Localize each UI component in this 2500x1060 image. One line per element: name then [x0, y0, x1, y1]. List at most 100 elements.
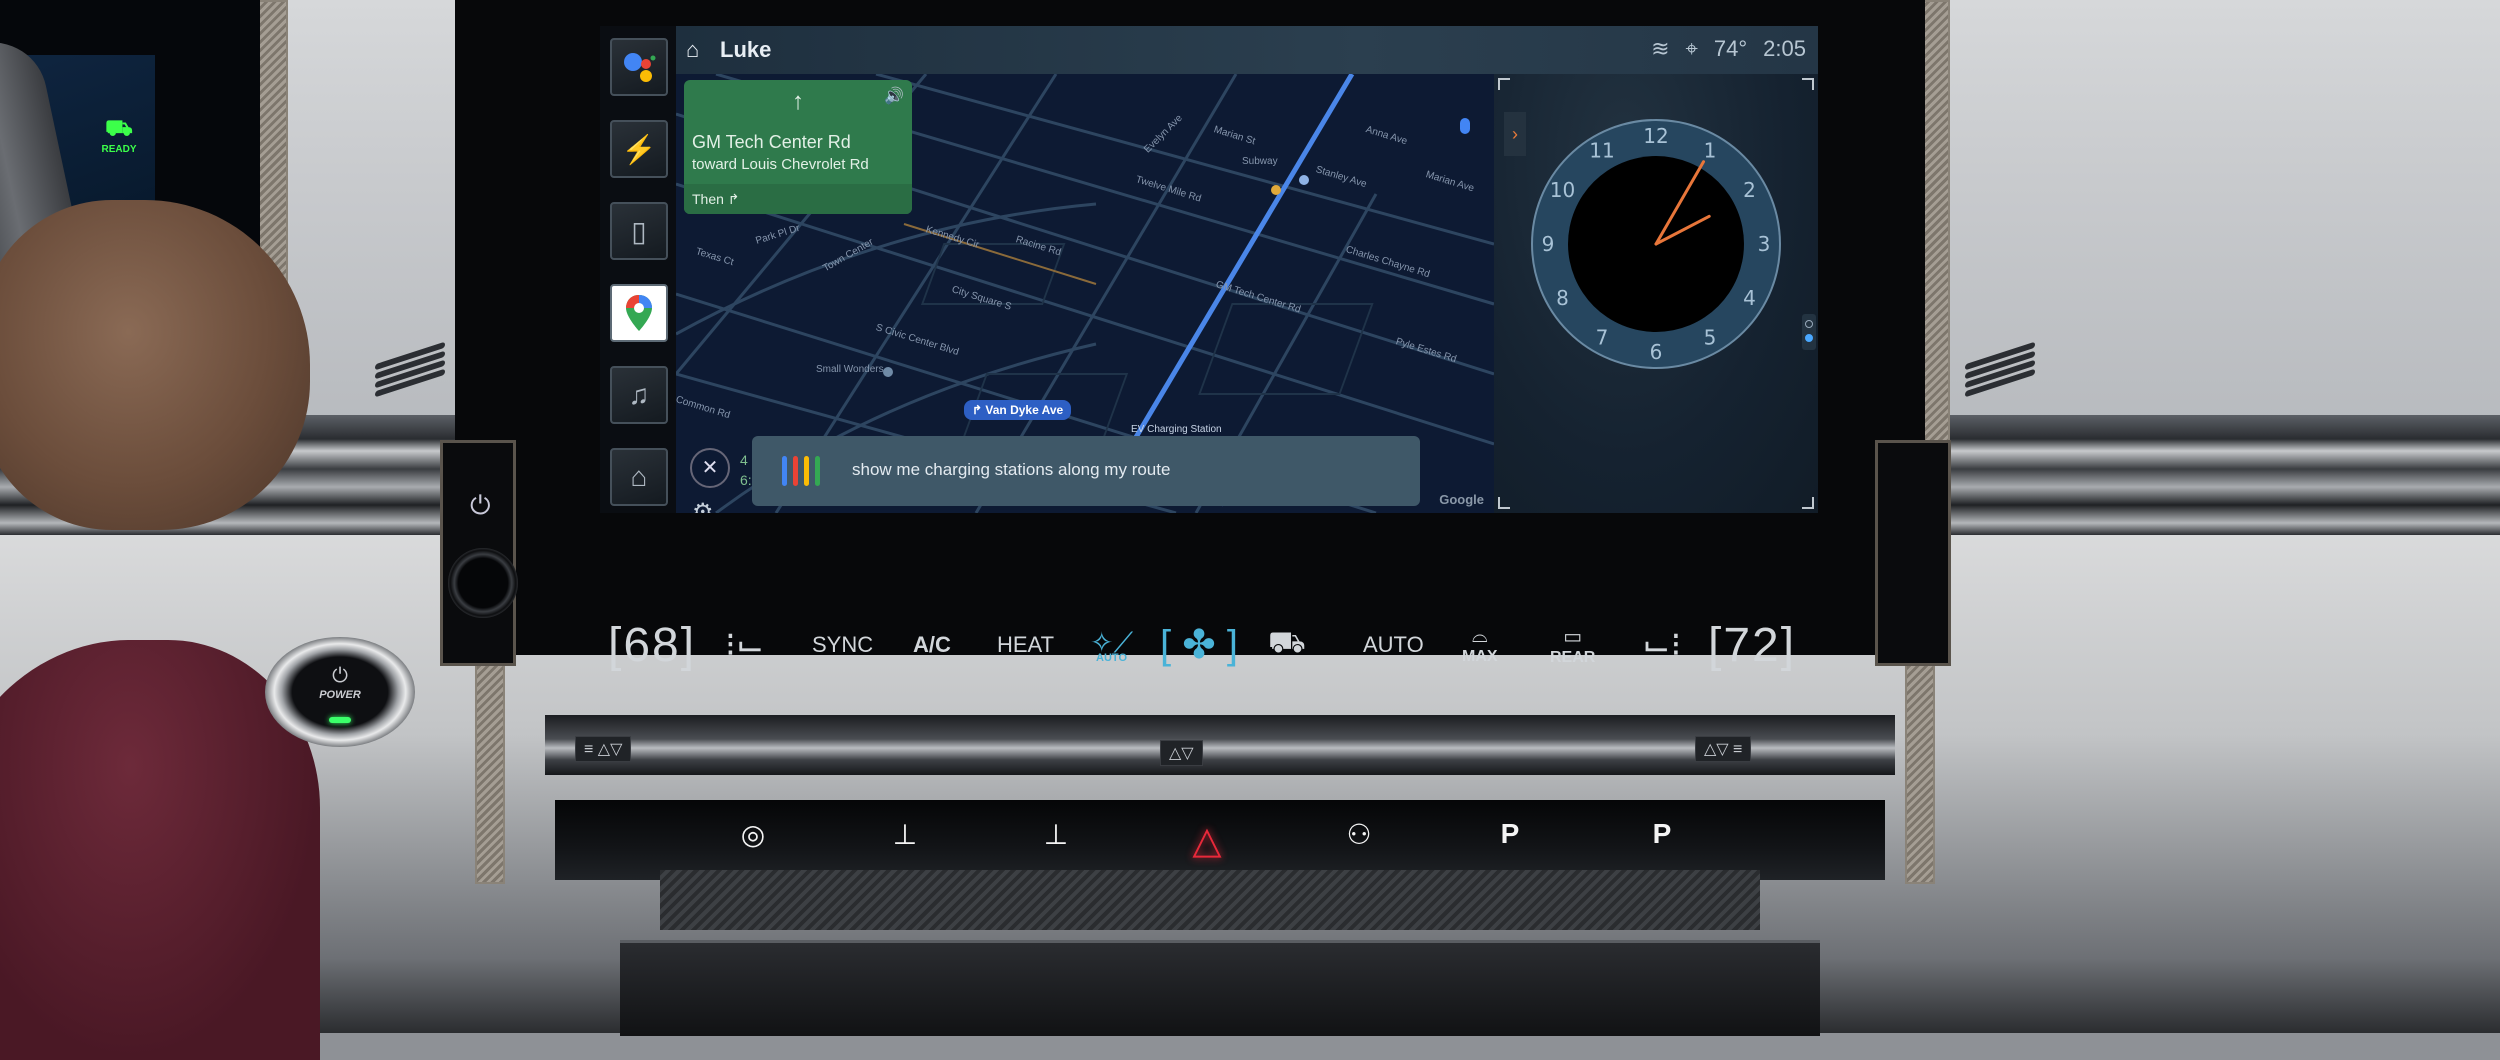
heated-steering-button[interactable]: ◎	[723, 818, 783, 851]
frame-corner	[1498, 78, 1510, 90]
ready-label: READY	[101, 144, 137, 155]
phone-icon: ▯	[631, 215, 647, 247]
map-label: Small Wonders	[816, 364, 884, 375]
hardware-button-row: ◎ ⊥ ⊥ △ ⚇ P P	[555, 800, 1885, 880]
toward-street: toward Louis Chevrolet Rd	[692, 156, 869, 173]
rail-google-maps[interactable]	[610, 284, 668, 342]
driver-temperature[interactable]: [68]	[608, 618, 696, 673]
frame-corner	[1802, 78, 1814, 90]
assistant-query-bar: show me charging stations along my route	[752, 436, 1420, 506]
air-vent-right	[1965, 341, 2035, 398]
fan-rocker-strip[interactable]	[545, 715, 1895, 775]
bezel-side-right	[1875, 440, 1951, 666]
outside-temperature: 74°	[1713, 36, 1748, 61]
assistant-listening-icon	[782, 456, 820, 486]
rail-home[interactable]: ⌂	[610, 448, 668, 506]
google-attribution: Google	[1439, 492, 1484, 507]
auto-airflow-button[interactable]: ✧⟋ AUTO	[1090, 626, 1133, 664]
turn-by-turn-card[interactable]: ↑ 🔊 GM Tech Center Rd toward Louis Chevr…	[684, 80, 912, 214]
air-vent-left	[375, 341, 445, 398]
rear-defrost-button[interactable]: ▭ REAR	[1550, 624, 1595, 667]
expand-chevron-icon[interactable]: ›	[1504, 112, 1526, 156]
google-maps-icon	[626, 295, 652, 331]
app-rail: ⚡ ▯ ♫ ⌂	[600, 26, 676, 513]
clock-numeral: 12	[1643, 124, 1668, 148]
next-turn-chip: ↱ Van Dyke Ave	[964, 400, 1072, 420]
assistant-bar-blue	[782, 456, 787, 486]
driver-temp-rocker[interactable]: ≡ △▽	[575, 736, 632, 762]
4wd-high-button[interactable]: ⊥	[875, 818, 935, 851]
park-assist-button[interactable]: P	[1480, 818, 1540, 850]
current-street: GM Tech Center Rd	[692, 132, 851, 152]
max-defrost-button[interactable]: ⌓ MAX	[1462, 625, 1498, 666]
hotspot-icon: ≋	[1651, 36, 1670, 61]
4wd-low-button[interactable]: ⊥	[1026, 818, 1086, 851]
park-camera-button[interactable]: P	[1632, 818, 1692, 850]
power-led	[329, 717, 351, 723]
auto-sub-label: AUTO	[1096, 652, 1128, 664]
center-console	[620, 940, 1820, 1036]
ac-button[interactable]: A/C	[913, 632, 951, 658]
bezel-trim-left-lower	[475, 660, 505, 884]
assistant-bar-yellow	[804, 456, 809, 486]
fan-icon: ✤	[1182, 623, 1216, 667]
assistant-bar-red	[793, 456, 798, 486]
hazard-button[interactable]: △	[1177, 818, 1237, 863]
fan-button[interactable]: [ ✤ ]	[1160, 622, 1238, 668]
rail-energy[interactable]: ⚡	[610, 120, 668, 178]
widget-pager[interactable]	[1802, 314, 1816, 350]
then-maneuver: Then ↱	[684, 184, 912, 214]
rail-phone[interactable]: ▯	[610, 202, 668, 260]
passenger-temperature[interactable]: [72]	[1708, 618, 1796, 673]
volume-icon[interactable]: 🔊	[884, 86, 904, 106]
poi-subway-pin	[1271, 185, 1281, 195]
clock-widget[interactable]: › 12 1 2 3 4 5 6 7 8 9 10 11	[1494, 74, 1818, 513]
frame-corner	[1498, 497, 1510, 509]
page-dot[interactable]	[1805, 320, 1813, 328]
home-icon: ⌂	[630, 461, 648, 492]
rear-defrost-icon: ▭	[1563, 625, 1583, 648]
end-route-button[interactable]: ✕	[690, 448, 730, 488]
fan-speed-rocker[interactable]: △▽	[1160, 740, 1203, 766]
auto-climate-button[interactable]: AUTO	[1363, 632, 1424, 658]
ready-indicator-icon: ⛟ READY	[101, 115, 137, 155]
vehicle-power-button[interactable]: ⏻ POWER	[265, 637, 415, 747]
power-icon: ⏻	[332, 665, 348, 687]
passenger-seat-icon[interactable]: ⌙⁝	[1642, 625, 1681, 665]
clock-time: 2:05	[1763, 36, 1806, 61]
car-profile-icon[interactable]: ⌂	[686, 37, 699, 63]
rail-media[interactable]: ♫	[610, 366, 668, 424]
sync-button[interactable]: SYNC	[812, 632, 873, 658]
climate-control-bar: [68] ⁝⌙ SYNC A/C HEAT ✧⟋ AUTO [ ✤ ] ⛟ AU…	[600, 610, 1818, 680]
power-label: POWER	[319, 689, 361, 701]
poi-small-wonders-pin	[883, 367, 893, 377]
clock-numeral: 3	[1758, 232, 1771, 256]
rail-google-assistant[interactable]	[610, 38, 668, 96]
recirculation-icon[interactable]: ⛟	[1268, 626, 1306, 664]
button-grille	[660, 870, 1760, 930]
volume-knob[interactable]	[448, 548, 518, 618]
clock-numeral: 10	[1550, 178, 1575, 202]
user-profile-name[interactable]: Luke	[720, 37, 771, 63]
infotainment-screen: ⚡ ▯ ♫ ⌂ ⌂ Luke ≋ ⌖ 74° 2:05 Kennedy Cir …	[600, 26, 1818, 513]
google-assistant-icon	[624, 53, 656, 82]
clock-numeral: 6	[1650, 340, 1663, 364]
infotainment-power-icon[interactable]: ⏻	[470, 490, 491, 522]
clock-numeral: 2	[1743, 178, 1756, 202]
microphone-icon[interactable]	[1460, 118, 1470, 134]
settings-gear-icon[interactable]: ⚙	[692, 498, 714, 513]
clock-numeral: 1	[1704, 138, 1717, 162]
frame-corner	[1802, 497, 1814, 509]
max-label: MAX	[1462, 647, 1498, 665]
status-bar: ⌂ Luke ≋ ⌖ 74° 2:05	[676, 26, 1818, 74]
passenger-temp-rocker[interactable]: △▽ ≡	[1695, 736, 1752, 762]
driver-hand	[0, 200, 310, 530]
heat-button[interactable]: HEAT	[997, 632, 1054, 658]
page-dot-active[interactable]	[1805, 334, 1813, 342]
driver-seat-icon[interactable]: ⁝⌙	[725, 625, 764, 665]
passenger-temp-value: 72	[1723, 618, 1781, 672]
traction-off-button[interactable]: ⚇	[1329, 818, 1389, 851]
clock-numeral: 7	[1596, 326, 1609, 350]
status-cluster: ≋ ⌖ 74° 2:05	[1651, 36, 1806, 62]
clock-numeral: 11	[1589, 138, 1614, 162]
